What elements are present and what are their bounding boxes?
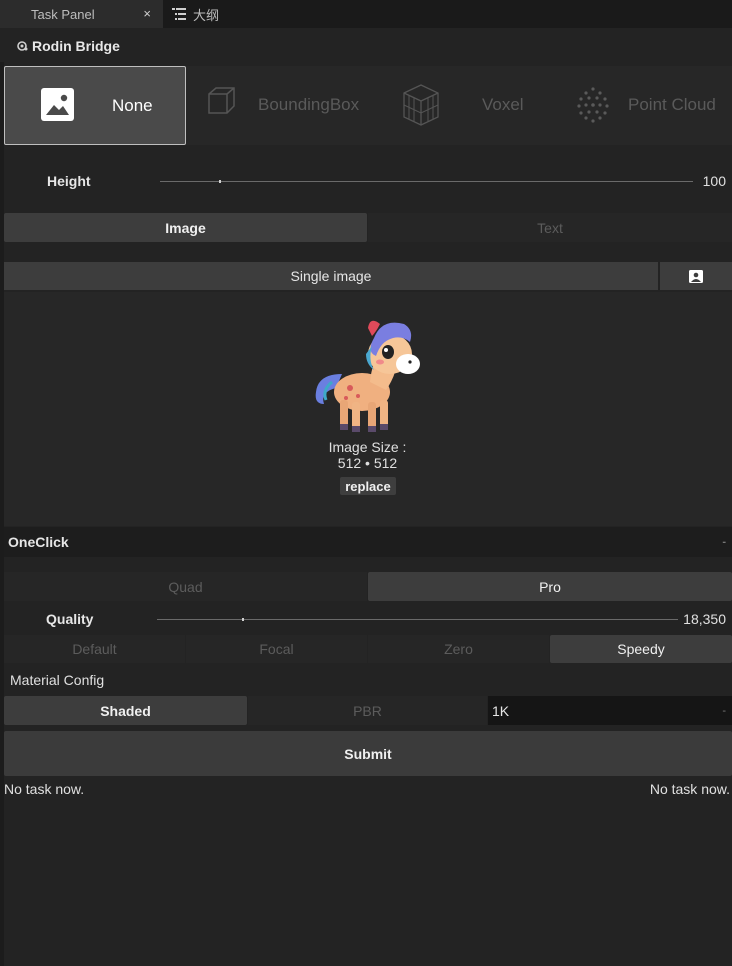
height-value[interactable]: 100	[703, 173, 726, 189]
pro-button[interactable]: Pro	[368, 572, 732, 601]
resolution-value: 1K	[492, 702, 510, 719]
image-select-button[interactable]	[660, 262, 732, 290]
height-label: Height	[47, 173, 91, 189]
height-slider-track[interactable]	[160, 181, 693, 182]
mode-pointcloud-button[interactable]: Point Cloud	[550, 66, 732, 145]
single-image-button[interactable]: Single image	[4, 262, 658, 290]
mode-boundingbox-label: BoundingBox	[258, 95, 360, 114]
status-right: No task now.	[649, 781, 730, 797]
material-config-label: Material Config	[10, 672, 105, 688]
tab-task-panel-label: Task Panel	[31, 6, 95, 22]
outline-list-icon	[172, 8, 186, 20]
tab-outline-label: 大纲	[193, 7, 220, 23]
status-left: No task now.	[4, 781, 85, 797]
image-size-value: 512 • 512	[337, 455, 398, 471]
tab-bar: Task Panel × 大纲	[0, 0, 732, 28]
image-icon	[41, 88, 74, 121]
oneclick-section-header[interactable]: OneClick -	[4, 527, 732, 557]
preset-zero-button[interactable]: Zero	[368, 635, 549, 663]
quality-slider-track[interactable]	[157, 619, 678, 620]
preset-default-button[interactable]: Default	[4, 635, 185, 663]
tab-outline[interactable]: 大纲	[170, 0, 219, 28]
mode-none-label: None	[112, 96, 153, 115]
image-select-icon	[689, 269, 703, 283]
preset-focal-button[interactable]: Focal	[186, 635, 367, 663]
quad-button[interactable]: Quad	[4, 572, 367, 601]
resolution-select[interactable]: 1K -	[488, 696, 732, 725]
mode-boundingbox-button[interactable]: BoundingBox	[186, 66, 368, 145]
height-slider-thumb[interactable]	[219, 180, 221, 183]
collapse-icon[interactable]: -	[722, 536, 726, 548]
mode-none-button[interactable]: None	[4, 66, 186, 145]
image-size-label: Image Size :	[328, 439, 407, 455]
quality-slider-thumb[interactable]	[242, 618, 244, 621]
pony-preview-image	[315, 320, 420, 432]
shaded-button[interactable]: Shaded	[4, 696, 247, 725]
image-input-button[interactable]: Image	[4, 213, 367, 242]
quality-value[interactable]: 18,350	[683, 611, 726, 627]
close-icon[interactable]: ×	[143, 6, 151, 21]
replace-button[interactable]: replace	[340, 477, 396, 495]
tab-task-panel[interactable]: Task Panel ×	[0, 0, 163, 28]
panel-title: Rodin Bridge	[32, 38, 120, 54]
preset-speedy-button[interactable]: Speedy	[550, 635, 732, 663]
voxel-icon	[403, 84, 439, 126]
quality-label: Quality	[46, 611, 94, 627]
image-size-info: Image Size : 512 • 512	[300, 439, 435, 471]
resolution-dropdown-icon[interactable]: -	[722, 705, 726, 717]
panel-header: Rodin Bridge	[0, 30, 732, 62]
cube-icon	[208, 87, 235, 114]
text-input-button[interactable]: Text	[368, 213, 732, 242]
oneclick-label: OneClick	[8, 534, 69, 550]
quality-slider-row: Quality 18,350	[0, 606, 732, 632]
mode-voxel-button[interactable]: Voxel	[368, 66, 550, 145]
mode-voxel-label: Voxel	[482, 95, 524, 114]
mode-pointcloud-label: Point Cloud	[628, 95, 716, 114]
submit-button[interactable]: Submit	[4, 731, 732, 776]
height-slider-row: Height 100	[0, 168, 732, 194]
pbr-button[interactable]: PBR	[248, 696, 487, 725]
single-image-label: Single image	[290, 268, 372, 284]
point-cloud-icon	[577, 87, 609, 123]
rodin-logo-icon	[17, 41, 28, 51]
